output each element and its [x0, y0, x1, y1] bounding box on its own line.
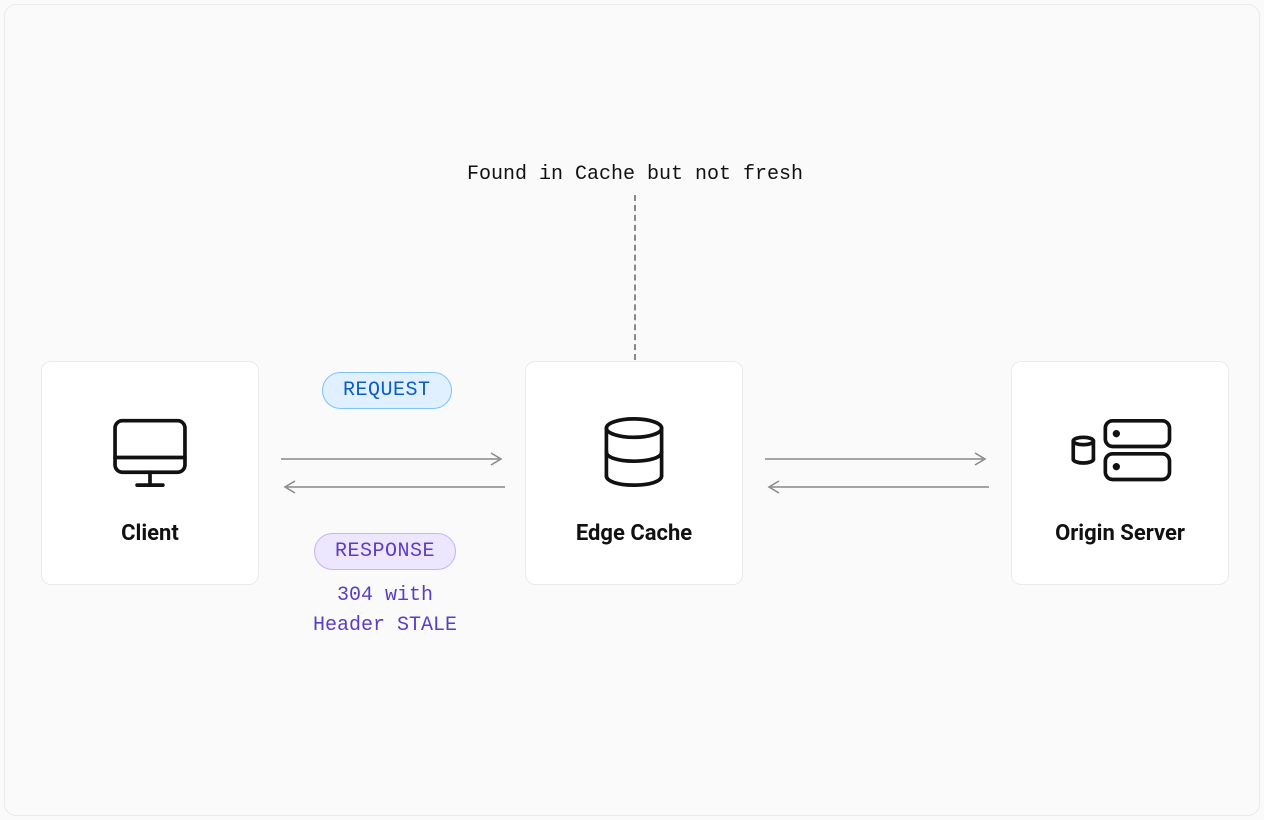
response-label-pill: RESPONSE: [314, 533, 456, 570]
node-edge-label: Edge Cache: [576, 521, 692, 546]
database-icon: [574, 397, 694, 507]
monitor-icon: [90, 397, 210, 507]
node-client-label: Client: [121, 521, 179, 546]
response-detail-line1: 304 with: [337, 584, 433, 607]
node-edge-cache: Edge Cache: [525, 361, 743, 585]
arrow-edge-to-origin: [761, 449, 993, 469]
node-origin-server: Origin Server: [1011, 361, 1229, 585]
arrow-origin-to-edge: [761, 477, 993, 497]
diagram-canvas: Found in Cache but not fresh Client: [4, 4, 1260, 816]
arrow-edge-to-client: [277, 477, 509, 497]
arrow-client-to-edge: [277, 449, 509, 469]
node-origin-label: Origin Server: [1055, 521, 1185, 546]
dashed-connector: [634, 195, 636, 360]
response-detail-line2: Header STALE: [313, 614, 457, 637]
request-label-pill: REQUEST: [322, 372, 452, 409]
annotation-cache-stale: Found in Cache but not fresh: [465, 163, 805, 186]
server-stack-icon: [1060, 397, 1180, 507]
response-detail-text: 304 with Header STALE: [285, 581, 485, 641]
node-client: Client: [41, 361, 259, 585]
